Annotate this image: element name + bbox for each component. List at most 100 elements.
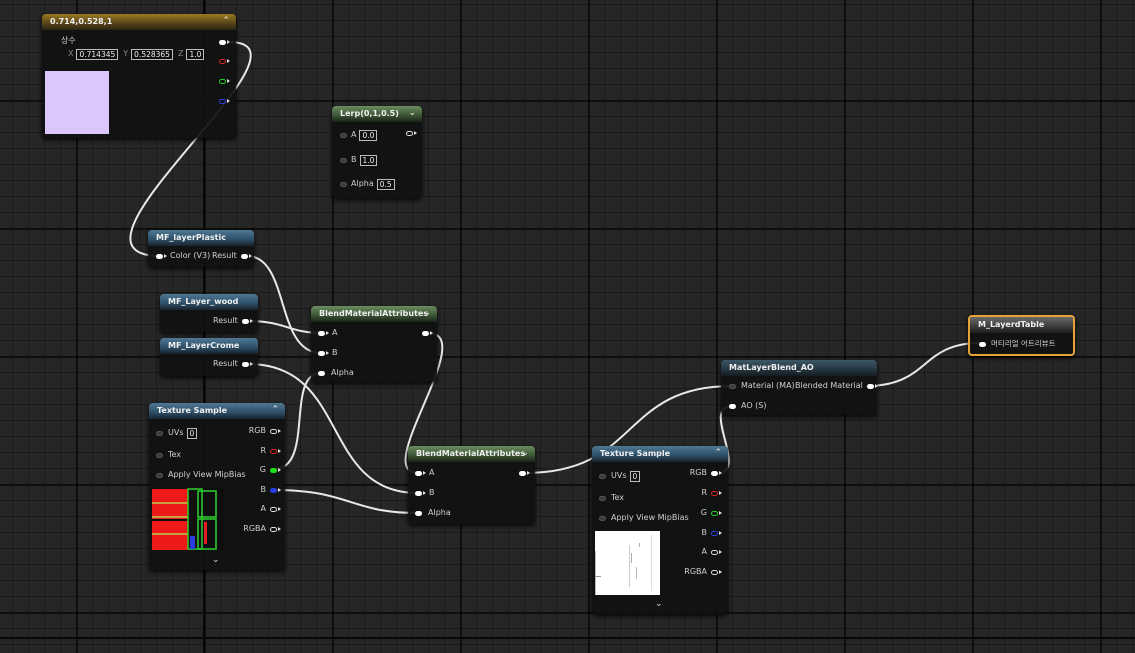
input-pin-b[interactable] [318, 350, 325, 356]
mf-crome-header[interactable]: MF_LayerCrome [160, 338, 258, 354]
input-pin-a[interactable] [318, 330, 325, 336]
expand-chevron-icon[interactable]: ⌄ [655, 599, 663, 609]
texture-sample-node-2[interactable]: Texture Sample ⌃ UVs 0 Tex Apply View Mip… [592, 446, 728, 614]
exec-arrow-icon [719, 491, 722, 495]
mf-wood-header[interactable]: MF_Layer_wood [160, 294, 258, 310]
output-pin-r[interactable] [711, 490, 718, 496]
mf-wood-node[interactable]: MF_Layer_wood Result [160, 294, 258, 332]
collapse-chevron-icon[interactable]: ⌄ [521, 448, 529, 458]
x-value-field[interactable]: 0.714345 [76, 48, 119, 60]
mat-layer-blend-ao-node[interactable]: MatLayerBlend_AO Material (MA) Blended M… [721, 360, 878, 415]
exec-arrow-icon [874, 384, 878, 388]
texture1-header[interactable]: Texture Sample [149, 403, 285, 419]
exec-arrow-icon [278, 468, 281, 472]
matlayerblend-header[interactable]: MatLayerBlend_AO [721, 360, 877, 376]
exec-arrow-icon [278, 527, 281, 531]
input-pin-alpha[interactable] [415, 510, 422, 516]
input-pin-material[interactable] [729, 383, 736, 389]
exec-arrow-icon [248, 254, 252, 258]
input-pin-uvs[interactable] [599, 473, 606, 479]
blend1-header[interactable]: BlendMaterialAttributes [311, 306, 437, 322]
input-pin-ao[interactable] [729, 403, 736, 409]
z-value-field[interactable]: 1.0 [186, 48, 205, 60]
input-pin-b[interactable] [340, 157, 347, 163]
input-pin-mipbias[interactable] [599, 515, 606, 521]
input-pin-a[interactable] [340, 132, 347, 138]
exec-arrow-icon [719, 570, 722, 574]
blend-material-attributes-node-2[interactable]: BlendMaterialAttributes ⌄ A B Alpha [408, 446, 535, 524]
input-pin-mipbias[interactable] [156, 472, 163, 478]
output-pin-r[interactable] [270, 448, 277, 454]
constant3-header[interactable]: 0.714,0.528,1 [42, 14, 236, 30]
output-pin-result[interactable] [241, 318, 249, 324]
exec-arrow-icon [227, 40, 230, 44]
output-pin-b[interactable] [711, 530, 718, 536]
exec-arrow-icon [423, 471, 426, 475]
output-pin-g[interactable] [270, 467, 277, 473]
input-pin-alpha[interactable] [318, 370, 325, 376]
output-pin-rgba[interactable] [711, 569, 718, 575]
material-result-node[interactable]: M_LayerdTable 머티리얼 어트리뷰트 [968, 315, 1075, 356]
output-pin-a[interactable] [711, 549, 718, 555]
input-pin-color[interactable] [156, 253, 163, 259]
lerp-node[interactable]: Lerp(0,1,0.5) ⌄ A 0.0 B 1.0 Alpha 0.5 [332, 106, 422, 198]
collapse-chevron-icon[interactable]: ⌃ [222, 16, 230, 26]
output-pin-result[interactable] [240, 253, 248, 259]
blend2-header[interactable]: BlendMaterialAttributes [408, 446, 535, 462]
output-pin-rgb[interactable] [219, 39, 226, 45]
exec-arrow-icon [423, 491, 426, 495]
input-pin-material-attributes[interactable] [979, 341, 986, 347]
exec-arrow-icon [227, 59, 230, 63]
exec-arrow-icon [719, 471, 722, 475]
output-pin-b[interactable] [219, 98, 226, 104]
output-pin-a[interactable] [270, 506, 277, 512]
output-pin-g[interactable] [711, 510, 718, 516]
exec-arrow-icon [326, 331, 329, 335]
output-pin-rgb[interactable] [711, 470, 718, 476]
texture2-header[interactable]: Texture Sample [592, 446, 728, 462]
input-pin-uvs[interactable] [156, 430, 163, 436]
input-pin-alpha[interactable] [340, 181, 347, 187]
texture-sample-node-1[interactable]: Texture Sample ⌃ UVs 0 Tex Apply View Mip… [149, 403, 285, 570]
uvs-value-field[interactable]: 0 [629, 470, 641, 482]
output-pin-b[interactable] [270, 487, 277, 493]
mf-plastic-header[interactable]: MF_layerPlastic [148, 230, 254, 246]
input-pin-tex[interactable] [156, 452, 163, 458]
b-value-field[interactable]: 1.0 [359, 154, 378, 166]
blend-material-attributes-node-1[interactable]: BlendMaterialAttributes ⌄ A B Alpha [311, 306, 437, 382]
input-pin-tex[interactable] [599, 495, 606, 501]
result-header[interactable]: M_LayerdTable [970, 317, 1073, 333]
output-pin-rgba[interactable] [270, 526, 277, 532]
alpha-value-field[interactable]: 0.5 [376, 178, 395, 190]
collapse-chevron-icon[interactable]: ⌄ [408, 108, 416, 118]
output-label-rgba: RGBA [684, 567, 707, 576]
mf-plastic-node[interactable]: MF_layerPlastic Color (V3) Result [148, 230, 254, 267]
constant3-node[interactable]: 0.714,0.528,1 ⌃ 상수 X 0.714345 Y 0.528365… [42, 14, 236, 138]
output-pin-r[interactable] [219, 58, 226, 64]
mipbias-label: Apply View MipBias [611, 513, 689, 522]
exec-arrow-icon [164, 254, 167, 258]
collapse-chevron-icon[interactable]: ⌄ [423, 308, 431, 318]
a-label: A [429, 468, 435, 477]
output-pin[interactable] [519, 470, 526, 476]
input-pin-b[interactable] [415, 490, 422, 496]
collapse-chevron-icon[interactable]: ⌃ [271, 405, 279, 415]
expand-chevron-icon[interactable]: ⌄ [212, 555, 220, 565]
a-value-field[interactable]: 0.0 [359, 129, 378, 141]
mf-crome-node[interactable]: MF_LayerCrome Result [160, 338, 258, 376]
exec-arrow-icon [227, 99, 230, 103]
output-pin-result[interactable] [241, 361, 249, 367]
input-pin-a[interactable] [415, 470, 422, 476]
y-value-field[interactable]: 0.528365 [131, 48, 173, 60]
output-pin[interactable] [406, 130, 413, 136]
output-pin[interactable] [422, 330, 429, 336]
output-pin-rgb[interactable] [270, 428, 277, 434]
wire-texture1-b-to-blend2-alpha [273, 489, 419, 514]
output-pin-blended[interactable] [866, 383, 874, 389]
alpha-label: Alpha [331, 368, 354, 377]
uvs-value-field[interactable]: 0 [186, 427, 198, 439]
uvs-label: UVs [611, 471, 627, 480]
node-title: MF_Layer_wood [168, 297, 239, 306]
collapse-chevron-icon[interactable]: ⌃ [714, 448, 722, 458]
output-pin-g[interactable] [219, 78, 226, 84]
